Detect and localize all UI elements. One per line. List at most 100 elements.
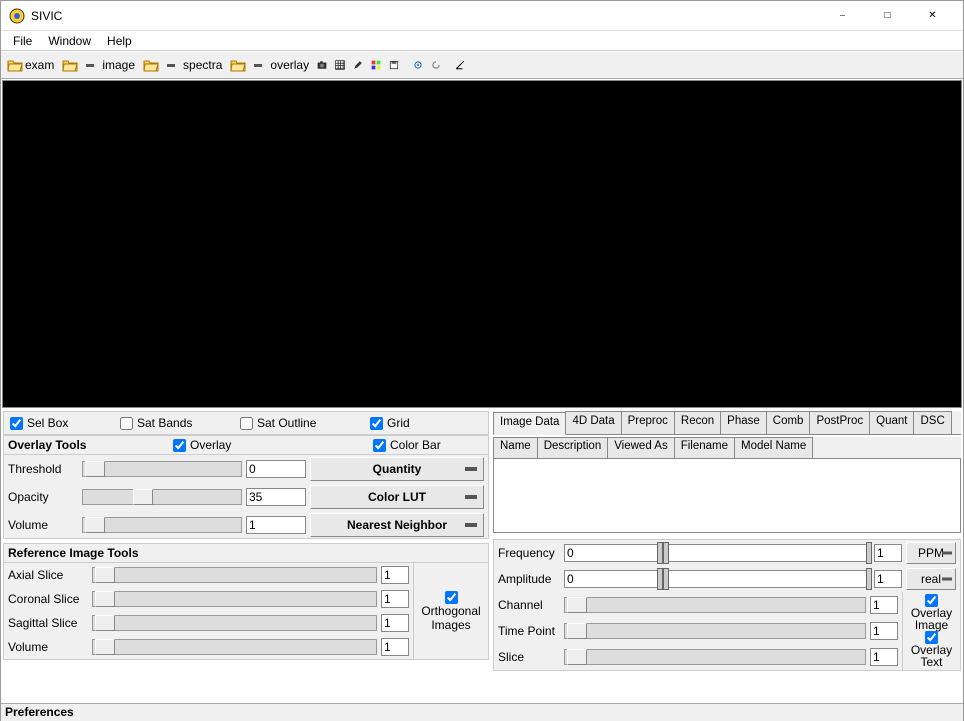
satoutline-checkbox[interactable]: Sat Outline bbox=[240, 416, 370, 430]
overlay-image-checkbox[interactable]: Overlay Image bbox=[905, 594, 959, 631]
axial-value[interactable]: 1 bbox=[381, 566, 409, 584]
ov-volume-value[interactable]: 1 bbox=[246, 516, 306, 534]
menu-window[interactable]: Window bbox=[40, 32, 99, 50]
folder-open-icon bbox=[143, 58, 159, 72]
colorlut-dropdown[interactable]: Color LUT bbox=[310, 485, 484, 509]
maximize-button[interactable]: □ bbox=[865, 2, 910, 30]
overlay-dropdown[interactable] bbox=[251, 59, 265, 71]
overlay-checkbox[interactable]: Overlay bbox=[173, 438, 373, 452]
close-button[interactable]: ✕ bbox=[910, 2, 955, 30]
channel-label: Channel bbox=[498, 598, 560, 612]
image-viewport[interactable] bbox=[2, 80, 962, 408]
spectra-dropdown[interactable] bbox=[164, 59, 178, 71]
amplitude-range[interactable] bbox=[665, 570, 870, 588]
right-panel: Image Data 4D Data Preproc Recon Phase C… bbox=[491, 409, 963, 703]
overlay-text-checkbox[interactable]: Overlay Text bbox=[905, 631, 959, 668]
refresh-icon[interactable] bbox=[428, 57, 444, 73]
coronal-slider[interactable] bbox=[92, 591, 377, 607]
sagittal-value[interactable]: 1 bbox=[381, 614, 409, 632]
frequency-hi[interactable]: 1 bbox=[874, 544, 902, 562]
subtab-viewed-as[interactable]: Viewed As bbox=[607, 437, 675, 458]
camera-icon[interactable] bbox=[314, 57, 330, 73]
subtab-model-name[interactable]: Model Name bbox=[734, 437, 813, 458]
slice-slider[interactable] bbox=[564, 649, 866, 665]
frequency-lo[interactable]: 0 bbox=[564, 544, 661, 562]
selbox-checkbox[interactable]: Sel Box bbox=[10, 416, 120, 430]
timepoint-slider[interactable] bbox=[564, 623, 866, 639]
ov-volume-slider[interactable] bbox=[82, 517, 242, 533]
opacity-slider[interactable] bbox=[82, 489, 242, 505]
app-icon bbox=[9, 8, 25, 24]
satbands-checkbox[interactable]: Sat Bands bbox=[120, 416, 240, 430]
angle-icon[interactable] bbox=[452, 57, 468, 73]
statusbar: Preferences bbox=[1, 703, 963, 721]
sub-tabstrip: Name Description Viewed As Filename Mode… bbox=[493, 437, 961, 459]
toolbar: exam image spectra overlay bbox=[1, 51, 963, 79]
tab-preproc[interactable]: Preproc bbox=[621, 411, 675, 434]
coronal-value[interactable]: 1 bbox=[381, 590, 409, 608]
tab-comb[interactable]: Comb bbox=[766, 411, 811, 434]
minimize-button[interactable]: – bbox=[820, 2, 865, 30]
threshold-value[interactable]: 0 bbox=[246, 460, 306, 478]
image-dropdown[interactable] bbox=[83, 59, 97, 71]
tab-4d-data[interactable]: 4D Data bbox=[565, 411, 621, 434]
orthogonal-checkbox[interactable]: Orthogonal Images bbox=[413, 563, 488, 659]
axial-slider[interactable] bbox=[92, 567, 377, 583]
tab-recon[interactable]: Recon bbox=[674, 411, 721, 434]
ref-volume-value[interactable]: 1 bbox=[381, 638, 409, 656]
tab-quant[interactable]: Quant bbox=[869, 411, 914, 434]
data-list[interactable] bbox=[493, 459, 961, 533]
ref-volume-label: Volume bbox=[8, 640, 88, 654]
tab-postproc[interactable]: PostProc bbox=[809, 411, 870, 434]
color-palette-icon[interactable] bbox=[368, 57, 384, 73]
timepoint-value[interactable]: 1 bbox=[870, 622, 898, 640]
menubar: File Window Help bbox=[1, 31, 963, 51]
save-icon[interactable] bbox=[386, 57, 402, 73]
folder-open-icon bbox=[62, 58, 78, 72]
coronal-label: Coronal Slice bbox=[8, 592, 88, 606]
overlay-label: overlay bbox=[267, 54, 312, 76]
amplitude-hi[interactable]: 1 bbox=[874, 570, 902, 588]
main-tabstrip: Image Data 4D Data Preproc Recon Phase C… bbox=[493, 411, 961, 435]
interp-dropdown[interactable]: Nearest Neighbor bbox=[310, 513, 484, 537]
open-spectra-button[interactable] bbox=[140, 54, 162, 76]
channel-value[interactable]: 1 bbox=[870, 596, 898, 614]
colorbar-checkbox[interactable]: Color Bar bbox=[373, 438, 441, 452]
opacity-value[interactable]: 35 bbox=[246, 488, 306, 506]
open-image-button[interactable] bbox=[59, 54, 81, 76]
amplitude-label: Amplitude bbox=[498, 572, 560, 586]
menu-file[interactable]: File bbox=[5, 32, 40, 50]
right-sliders: Frequency 0 1 PPM Amplitude 0 1 real Cha… bbox=[493, 539, 961, 671]
quantity-dropdown[interactable]: Quantity bbox=[310, 457, 484, 481]
open-exam-button[interactable]: exam bbox=[4, 54, 57, 76]
threshold-slider[interactable] bbox=[82, 461, 242, 477]
subtab-name[interactable]: Name bbox=[493, 437, 538, 458]
amplitude-lo[interactable]: 0 bbox=[564, 570, 661, 588]
ref-volume-slider[interactable] bbox=[92, 639, 377, 655]
tab-image-data[interactable]: Image Data bbox=[493, 412, 566, 435]
sagittal-slider[interactable] bbox=[92, 615, 377, 631]
subtab-description[interactable]: Description bbox=[537, 437, 609, 458]
image-label: image bbox=[99, 54, 138, 76]
threshold-label: Threshold bbox=[8, 462, 78, 476]
window-title: SIVIC bbox=[31, 9, 820, 23]
slice-value[interactable]: 1 bbox=[870, 648, 898, 666]
menu-help[interactable]: Help bbox=[99, 32, 140, 50]
tab-phase[interactable]: Phase bbox=[720, 411, 767, 434]
grid-icon[interactable] bbox=[332, 57, 348, 73]
channel-slider[interactable] bbox=[564, 597, 866, 613]
slice-label: Slice bbox=[498, 650, 560, 664]
reference-image-tools: Reference Image Tools Axial Slice 1 Coro… bbox=[3, 543, 489, 660]
pencil-icon[interactable] bbox=[350, 57, 366, 73]
frequency-unit-dropdown[interactable]: PPM bbox=[906, 542, 956, 564]
overlay-tools-header: Overlay Tools Overlay Color Bar bbox=[3, 435, 489, 455]
spectra-label: spectra bbox=[180, 54, 225, 76]
grid-checkbox[interactable]: Grid bbox=[370, 416, 410, 430]
subtab-filename[interactable]: Filename bbox=[674, 437, 735, 458]
amplitude-unit-dropdown[interactable]: real bbox=[906, 568, 956, 590]
tab-dsc[interactable]: DSC bbox=[913, 411, 951, 434]
frequency-range[interactable] bbox=[665, 544, 870, 562]
open-overlay-button[interactable] bbox=[227, 54, 249, 76]
target-icon[interactable] bbox=[410, 57, 426, 73]
open-exam-label: exam bbox=[25, 58, 54, 72]
